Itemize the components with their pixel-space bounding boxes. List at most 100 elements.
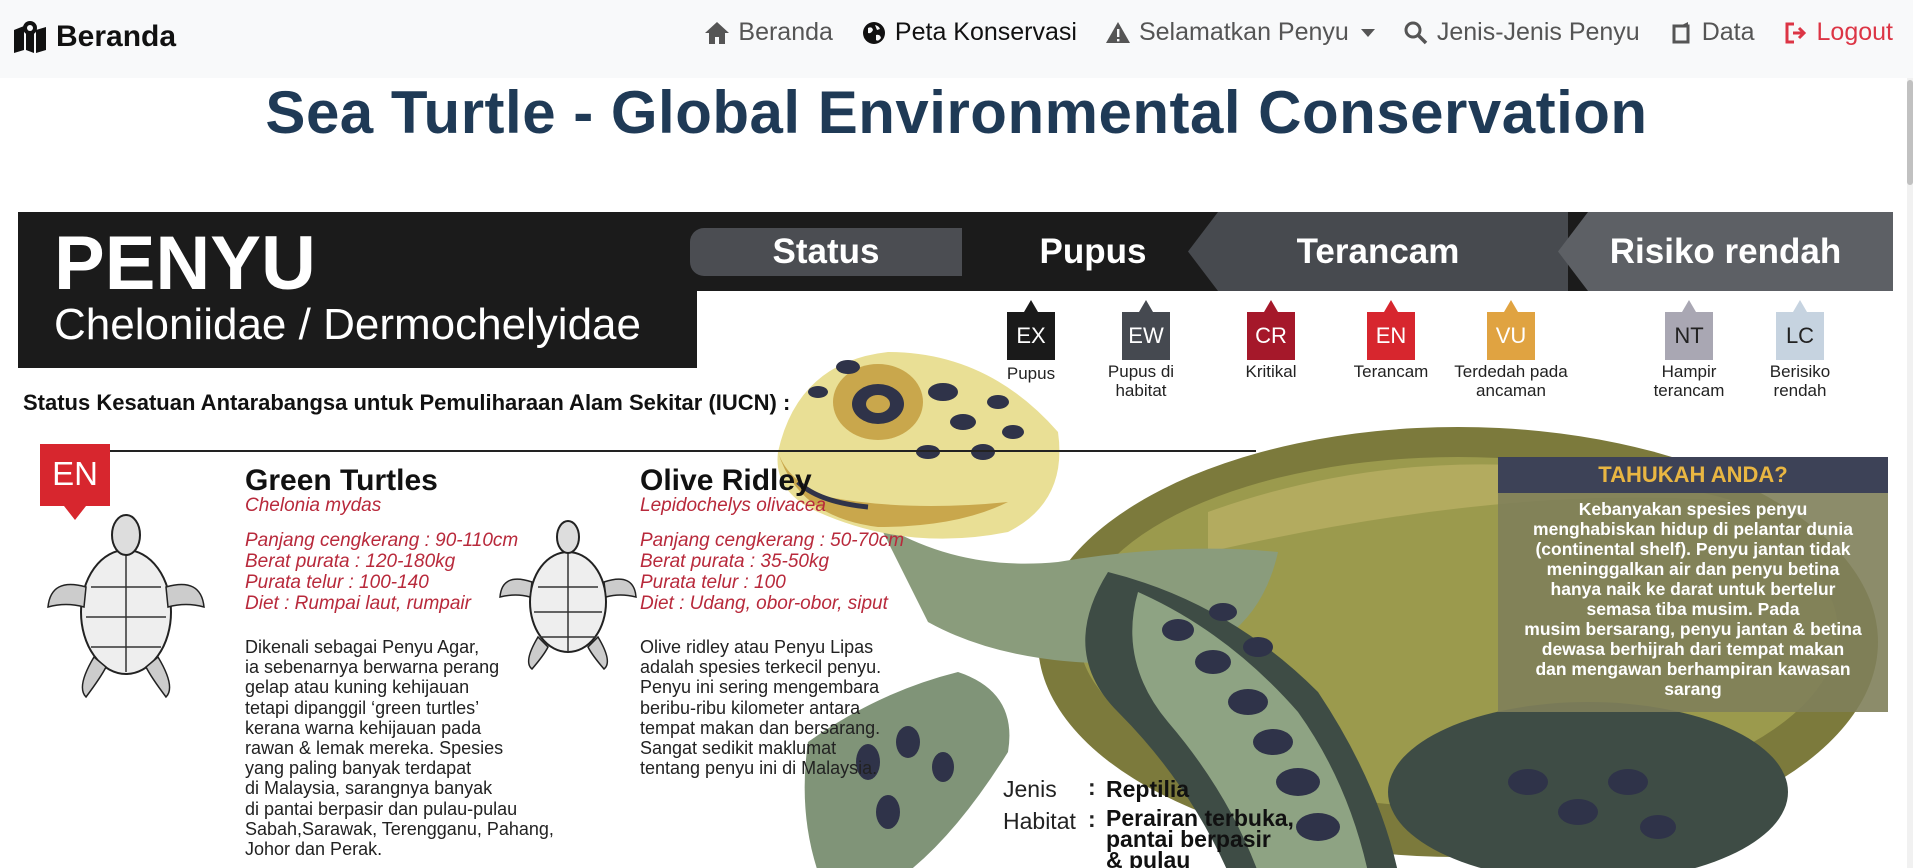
badge-label-ew: Pupus di habitat [1107,362,1175,400]
nav-item-data[interactable]: Data [1668,18,1755,47]
nav-label-logout: Logout [1816,18,1893,46]
iucn-heading: Status Kesatuan Antarabangsa untuk Pemul… [23,390,791,415]
iucn-badge-en: EN [1367,300,1415,360]
nav-item-selamatkan-penyu[interactable]: Selamatkan Penyu [1105,18,1375,47]
species-stats-green: Panjang cengkerang : 90-110cm Berat pura… [245,530,518,614]
stat-eggs: Purata telur : 100 [640,572,786,593]
nav-item-peta-konservasi[interactable]: Peta Konservasi [861,18,1077,47]
brand-label: Beranda [56,20,177,53]
badge-label-nt: Hampir terancam [1653,362,1725,400]
logout-icon [1785,22,1806,43]
navbar: Beranda Beranda Peta Konservasi Selamatk… [0,0,1913,78]
scrollbar-track[interactable] [1907,78,1913,868]
desc-line: di pantai berpasir dan pulau-pulau [245,798,518,819]
chevron-down-icon [1360,28,1375,37]
desc-line: tempat makan dan bersarang. [640,717,881,738]
nav-label-data: Data [1701,18,1755,46]
habitat-label: Habitat [1003,808,1076,834]
iucn-badge-ex: EX [1007,300,1055,360]
habitat-line: & pulau [1106,847,1191,868]
jenis-label: Jenis [1003,776,1057,802]
en-status-tag: EN [40,444,110,520]
desc-line: yang paling banyak terdapat [245,758,472,779]
tahukah-line: semasa tiba musim. Pada [1586,599,1800,619]
badge-label-lc: Berisiko rendah [1769,362,1831,400]
iucn-badge-cr: CR [1247,300,1295,360]
desc-line: di Malaysia, sarangnya banyak [245,778,493,799]
species-stats-olive: Panjang cengkerang : 50-70cm Berat purat… [640,530,904,614]
nav-menu: Beranda Peta Konservasi Selamatkan Penyu… [704,18,1893,47]
desc-line: tetapi dipanggil ‘green turtles’ [245,697,480,718]
tahukah-line: Kebanyakan spesies penyu [1578,499,1808,519]
penyu-infographic: PENYU Cheloniidae / Dermochelyidae Statu… [18,212,1893,868]
species-desc-olive: Olive ridley atau Penyu Lipas adalah spe… [640,637,881,778]
species-scientific-olive: Lepidochelys olivacea [640,495,826,516]
desc-line: rawan & lemak mereka. Spesies [245,738,504,759]
desc-line: Penyu ini sering mengembara [640,677,880,698]
tahukah-line: meninggalkan air dan penyu betina [1546,559,1840,579]
tab-status: Status [690,228,962,276]
habitat-value: Perairan terbuka, pantai berpasir & pula… [1106,807,1294,868]
warning-icon [1105,21,1130,43]
nav-item-beranda[interactable]: Beranda [704,18,833,47]
desc-line: gelap atau kuning kehijauan [245,677,470,698]
infographic-title: PENYU [54,221,316,306]
species-scientific-green: Chelonia mydas [245,495,382,516]
nav-item-logout[interactable]: Logout [1783,18,1893,47]
stat-weight: Berat purata : 120-180kg [245,551,456,572]
badge-label-vu: Terdedah pada ancaman [1454,362,1568,400]
tahukah-line: dewasa berhijrah dari tempat makan [1541,639,1845,659]
species-name-green: Green Turtles [245,464,438,497]
desc-line: Dikenali sebagai Penyu Agar, [245,637,480,657]
tahukah-line: musim bersarang, penyu jantan & betina [1524,619,1862,639]
tab-risiko-rendah: Risiko rendah [1558,212,1893,291]
desc-line: Sangat sedikit maklumat [640,738,837,759]
desc-line: adalah spesies terkecil penyu. [640,657,882,678]
map-icon [14,21,46,53]
stat-weight: Berat purata : 35-50kg [640,551,830,572]
globe-icon [862,21,885,44]
desc-line: Olive ridley atau Penyu Lipas [640,637,874,657]
habitat-colon: : [1088,806,1096,832]
nav-label-peta-konservasi: Peta Konservasi [894,18,1077,46]
brand-link[interactable]: Beranda [12,20,176,54]
badge-label-cr: Kritikal [1245,362,1297,381]
stat-diet: Diet : Udang, obor-obor, siput [640,593,888,614]
tahukah-line: menghabiskan hidup di pelantar dunia [1533,519,1853,539]
tahukah-line: sarang [1664,679,1722,699]
badge-label-ex: Pupus [1006,364,1056,383]
iucn-badge-ew: EW [1122,300,1170,360]
desc-line: Sabah,Sarawak, Terengganu, Pahang, [245,818,554,839]
tahukah-line: dan mengawan berhampiran kawasan [1535,659,1851,679]
nav-label-beranda: Beranda [738,18,833,46]
stat-shell: Panjang cengkerang : 90-110cm [245,530,519,551]
desc-line: kerana warna kehijauan pada [245,717,482,738]
desc-line: beribu-ribu kilometer antara [640,697,861,718]
stat-diet: Diet : Rumpai laut, rumpair [245,593,471,614]
section-divider [106,450,1256,452]
jenis-value-text: Reptilia [1106,776,1190,802]
green-turtle-sketch [47,514,205,699]
iucn-badge-nt: NT [1665,300,1713,360]
tahukah-line: (continental shelf). Penyu jantan tidak [1535,539,1851,559]
tab-pupus: Pupus [1039,232,1147,271]
species-desc-green: Dikenali sebagai Penyu Agar, ia sebenarn… [245,637,554,859]
iucn-badge-lc: LC [1776,300,1824,360]
tahukah-anda-title: TAHUKAH ANDA? [1498,457,1888,493]
scrollbar-thumb[interactable] [1907,80,1913,185]
tahukah-anda-body: Kebanyakan spesies penyu menghabiskan hi… [1498,493,1888,705]
data-icon [1672,21,1690,43]
search-icon [1404,21,1428,44]
home-icon [705,21,730,44]
nav-item-jenis-penyu[interactable]: Jenis-Jenis Penyu [1403,18,1640,47]
stat-shell: Panjang cengkerang : 50-70cm [640,530,905,551]
nav-label-jenis-penyu: Jenis-Jenis Penyu [1436,18,1640,46]
penyu-title-box: PENYU Cheloniidae / Dermochelyidae [18,212,697,368]
stat-eggs: Purata telur : 100-140 [245,572,429,593]
infographic-subtitle: Cheloniidae / Dermochelyidae [54,300,641,349]
species-name-olive: Olive Ridley [640,464,812,497]
jenis-colon: : [1088,774,1096,800]
tahukah-anda-box: TAHUKAH ANDA? Kebanyakan spesies penyu m… [1498,457,1888,712]
badge-label-en: Terancam [1353,362,1429,381]
nav-label-selamatkan-penyu: Selamatkan Penyu [1138,18,1349,46]
